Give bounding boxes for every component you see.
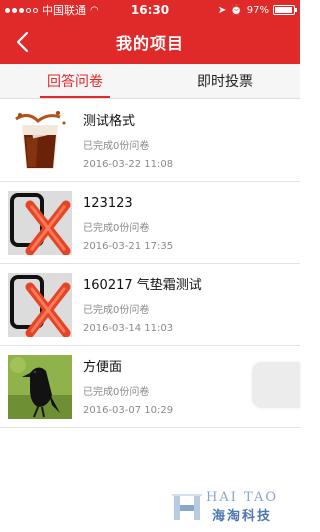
item-status: 已完成0份问卷 xyxy=(83,304,150,316)
watermark-text: HAI TAO 海淘科技 xyxy=(206,490,278,524)
broken-image-icon xyxy=(8,272,72,337)
carrier-name: 中国联通 xyxy=(42,4,86,17)
navigation-bar: 我的项目 xyxy=(0,20,300,64)
item-text: 测试格式 已完成0份问卷 2016-03-22 11:08 xyxy=(83,112,173,170)
bird-photo xyxy=(8,354,72,419)
back-button[interactable] xyxy=(6,26,38,58)
project-list: 测试格式 已完成0份问卷 2016-03-22 11:08 123123 已完成… xyxy=(0,100,300,428)
item-title: 123123 xyxy=(83,195,133,211)
item-title: 160217 气垫霜测试 xyxy=(83,277,202,293)
tab-answer-survey[interactable]: 回答问卷 xyxy=(0,64,150,98)
tab-instant-vote[interactable]: 即时投票 xyxy=(150,64,300,98)
item-text: 方便面 已完成0份问卷 2016-03-07 10:29 xyxy=(83,358,173,416)
battery-icon xyxy=(273,5,297,15)
item-title: 测试格式 xyxy=(83,113,136,129)
status-bar: 中国联通 ◠ 16:30 ➤ ⏰ 97% xyxy=(0,0,300,20)
page-title: 我的项目 xyxy=(115,34,184,53)
item-status: 已完成0份问卷 xyxy=(83,140,150,152)
item-status: 已完成0份问卷 xyxy=(83,386,150,398)
list-item[interactable]: 160217 气垫霜测试 已完成0份问卷 2016-03-14 11:03 xyxy=(0,264,300,346)
list-item[interactable]: 测试格式 已完成0份问卷 2016-03-22 11:08 xyxy=(0,100,300,182)
drink-photo xyxy=(8,108,72,173)
location-icon: ➤ xyxy=(217,4,227,16)
watermark-cn: 海淘科技 xyxy=(211,509,272,524)
chevron-left-icon xyxy=(16,31,29,53)
item-title: 方便面 xyxy=(83,359,123,375)
swipe-action-button[interactable] xyxy=(252,362,300,408)
status-right: ➤ ⏰ 97% xyxy=(185,4,297,16)
haitao-logo xyxy=(172,494,202,520)
item-date: 2016-03-21 17:35 xyxy=(83,240,174,252)
status-time: 16:30 xyxy=(130,3,170,17)
wifi-icon: ◠ xyxy=(90,4,99,16)
tab-bar: 回答问卷 即时投票 xyxy=(0,64,300,99)
item-text: 160217 气垫霜测试 已完成0份问卷 2016-03-14 11:03 xyxy=(83,276,202,334)
status-left: 中国联通 ◠ xyxy=(5,2,115,18)
signal-icon xyxy=(5,7,38,13)
broken-image-icon xyxy=(8,190,72,255)
alarm-icon: ⏰ xyxy=(230,4,243,16)
item-date: 2016-03-22 11:08 xyxy=(83,158,174,170)
item-date: 2016-03-07 10:29 xyxy=(83,404,174,416)
battery-percent: 97% xyxy=(246,4,269,16)
item-text: 123123 已完成0份问卷 2016-03-21 17:35 xyxy=(83,194,173,252)
item-status: 已完成0份问卷 xyxy=(83,222,150,234)
item-date: 2016-03-14 11:03 xyxy=(83,322,174,334)
list-item[interactable]: 方便面 已完成0份问卷 2016-03-07 10:29 xyxy=(0,346,300,428)
watermark: HAI TAO 海淘科技 xyxy=(172,490,278,524)
list-item[interactable]: 123123 已完成0份问卷 2016-03-21 17:35 xyxy=(0,182,300,264)
watermark-en: HAI TAO xyxy=(206,490,278,505)
